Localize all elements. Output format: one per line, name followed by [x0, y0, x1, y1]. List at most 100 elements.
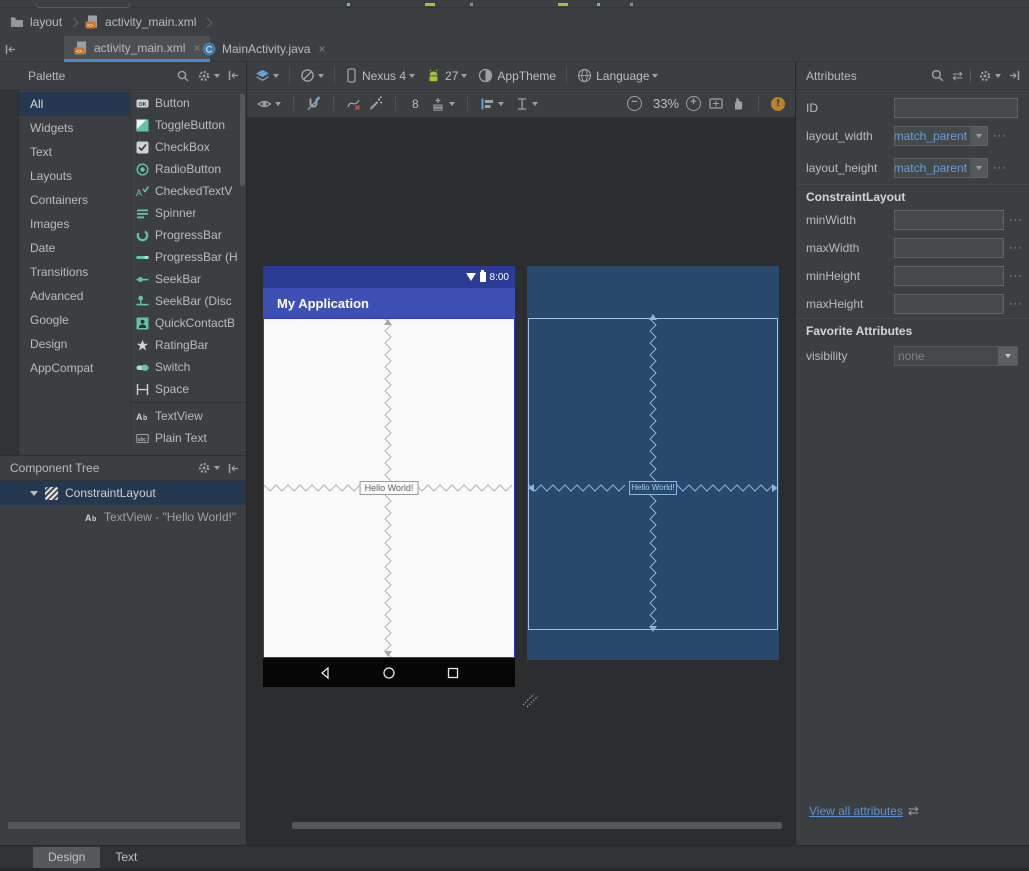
component-tree-scrollbar[interactable]	[8, 822, 240, 829]
palette-item-progressbar-horizontal[interactable]: ProgressBar (H	[131, 246, 246, 268]
more-options-button[interactable]: ···	[1009, 270, 1023, 282]
search-icon[interactable]	[176, 69, 190, 83]
combo-arrow-icon[interactable]	[998, 347, 1017, 365]
palette-item-list: OK Button ToggleButton CheckBox RadioButt…	[130, 92, 246, 449]
hide-panel-icon[interactable]	[227, 462, 240, 475]
view-all-attributes: View all attributes ⇄	[809, 803, 919, 819]
blueprint-preview[interactable]: Hello World!	[527, 266, 779, 660]
more-options-button[interactable]: ···	[993, 162, 1007, 174]
palette-scrollbar[interactable]	[240, 94, 245, 186]
palette-settings[interactable]	[197, 69, 220, 83]
checkbox-icon	[136, 141, 149, 153]
hide-panel-icon[interactable]	[1008, 69, 1021, 82]
view-all-attributes-link[interactable]: View all attributes	[809, 804, 903, 818]
zoom-in-button[interactable]: +	[686, 96, 701, 111]
palette-category-appcompat[interactable]: AppCompat	[19, 356, 130, 380]
tree-node-constraintlayout[interactable]: ConstraintLayout	[0, 481, 246, 505]
maxheight-input[interactable]	[894, 294, 1004, 314]
language-selector[interactable]: Language	[577, 68, 659, 83]
layout-canvas[interactable]: 8:00 My Application Hello World! Hello W…	[247, 118, 795, 845]
align-selector[interactable]	[480, 97, 504, 111]
design-preview[interactable]: 8:00 My Application Hello World!	[263, 266, 515, 687]
more-options-button[interactable]: ···	[993, 130, 1007, 142]
combo-arrow-icon[interactable]	[970, 127, 987, 145]
infer-constraints-button[interactable]	[368, 96, 383, 111]
view-options[interactable]	[257, 97, 281, 111]
palette-item-button[interactable]: OK Button	[131, 92, 246, 114]
tab-text[interactable]: Text	[100, 847, 152, 868]
battery-icon	[479, 270, 486, 282]
palette-category-transitions[interactable]: Transitions	[19, 260, 130, 284]
palette-item-checkedtextview[interactable]: A CheckedTextV	[131, 180, 246, 202]
palette-item-spinner[interactable]: Spinner	[131, 202, 246, 224]
palette-item-radiobutton[interactable]: RadioButton	[131, 158, 246, 180]
layout-width-combo[interactable]: match_parent	[894, 126, 988, 146]
surface-mode-selector[interactable]	[255, 69, 279, 83]
more-options-button[interactable]: ···	[1009, 298, 1023, 310]
expand-caret-icon[interactable]	[30, 490, 38, 496]
tab-mainactivity-java[interactable]: C MainActivity.java ×	[192, 36, 336, 62]
visibility-combo[interactable]: none	[894, 346, 1018, 366]
minwidth-input[interactable]	[894, 210, 1004, 230]
combo-arrow-icon[interactable]	[970, 159, 987, 177]
clear-constraints-button[interactable]	[346, 96, 361, 111]
tab-design[interactable]: Design	[33, 847, 101, 868]
minheight-input[interactable]	[894, 266, 1004, 286]
palette-category-all[interactable]: All	[19, 92, 130, 116]
palette-category-advanced[interactable]: Advanced	[19, 284, 130, 308]
layout-height-combo[interactable]: match_parent	[894, 158, 988, 178]
tree-node-textview[interactable]: Ab TextView - "Hello World!"	[0, 505, 246, 529]
more-options-button[interactable]: ···	[1009, 214, 1023, 226]
palette-item-progressbar[interactable]: ProgressBar	[131, 224, 246, 246]
search-icon[interactable]	[930, 68, 945, 83]
resize-handle-icon[interactable]	[520, 690, 540, 710]
hide-panel-icon[interactable]	[227, 69, 240, 82]
breadcrumb-activity-main[interactable]: <> activity_main.xml	[85, 15, 196, 29]
maxwidth-input[interactable]	[894, 238, 1004, 258]
palette-item-ratingbar[interactable]: RatingBar	[131, 334, 246, 356]
palette-category-images[interactable]: Images	[19, 212, 130, 236]
preview-statusbar: 8:00	[263, 266, 515, 288]
palette-item-seekbar-discrete[interactable]: SeekBar (Disc	[131, 290, 246, 312]
breadcrumb-layout[interactable]: layout	[10, 15, 62, 29]
attributes-settings[interactable]	[978, 69, 1001, 83]
orientation-selector[interactable]	[300, 68, 324, 83]
palette-category-date[interactable]: Date	[19, 236, 130, 260]
palette-item-textview[interactable]: Ab TextView	[131, 405, 246, 427]
palette-category-design[interactable]: Design	[19, 332, 130, 356]
palette-item-checkbox[interactable]: CheckBox	[131, 136, 246, 158]
errors-warnings-badge[interactable]: !	[771, 96, 785, 111]
textview-hello-world[interactable]: Hello World!	[359, 481, 419, 495]
palette-category-google[interactable]: Google	[19, 308, 130, 332]
preview-content-root[interactable]: Hello World!	[263, 318, 515, 658]
palette-category-layouts[interactable]: Layouts	[19, 164, 130, 188]
tab-activity-main-xml[interactable]: <> activity_main.xml ×	[64, 36, 211, 62]
component-tree-settings[interactable]	[197, 461, 220, 475]
hide-tabs-icon[interactable]	[4, 43, 17, 56]
palette-item-plaintext[interactable]: abc Plain Text	[131, 427, 246, 449]
palette-category-text[interactable]: Text	[19, 140, 130, 164]
guideline-selector[interactable]	[515, 97, 538, 111]
zoom-out-button[interactable]: −	[626, 96, 642, 111]
palette-category-containers[interactable]: Containers	[19, 188, 130, 212]
canvas-scrollbar[interactable]	[292, 822, 782, 829]
pack-selector[interactable]	[430, 96, 455, 111]
theme-selector[interactable]: AppTheme	[478, 68, 556, 83]
textview-hello-world-blueprint[interactable]: Hello World!	[629, 481, 677, 495]
id-input[interactable]	[894, 98, 1018, 118]
default-margin-value[interactable]: 8	[412, 97, 419, 111]
tab-close-icon[interactable]: ×	[318, 42, 325, 56]
palette-category-widgets[interactable]: Widgets	[19, 116, 130, 140]
zoom-to-fit-button[interactable]	[708, 96, 724, 111]
swap-panels-icon[interactable]: ⇄	[952, 68, 963, 84]
pan-button[interactable]	[731, 96, 746, 111]
palette-item-switch[interactable]: Switch	[131, 356, 246, 378]
palette-item-seekbar[interactable]: SeekBar	[131, 268, 246, 290]
palette-item-quickcontactbadge[interactable]: QuickContactB	[131, 312, 246, 334]
api-selector[interactable]: 27	[426, 69, 468, 83]
palette-item-togglebutton[interactable]: ToggleButton	[131, 114, 246, 136]
palette-item-space[interactable]: Space	[131, 378, 246, 400]
autoconnect-toggle[interactable]	[306, 96, 321, 111]
more-options-button[interactable]: ···	[1009, 242, 1023, 254]
device-selector[interactable]: Nexus 4	[345, 68, 416, 83]
